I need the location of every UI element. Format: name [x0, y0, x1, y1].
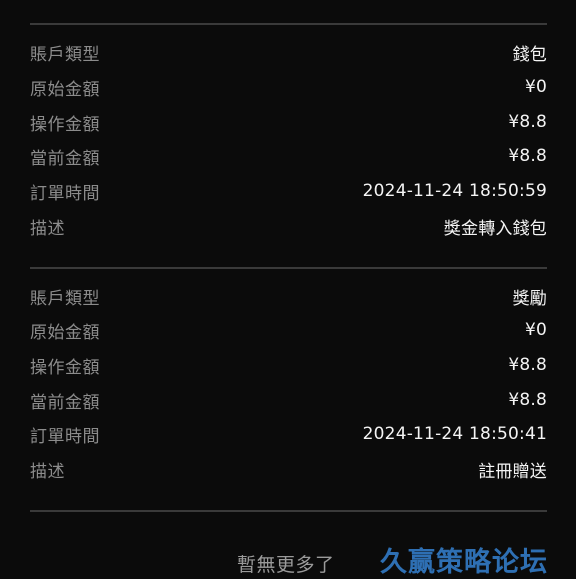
original-amount-value: ¥0 — [524, 77, 547, 97]
transaction-list: 賬戶類型 錢包 原始金額 ¥0 操作金額 ¥8.8 當前金額 ¥8.8 訂單時間… — [30, 0, 547, 578]
current-amount-row: 當前金額 ¥8.8 — [30, 385, 547, 415]
account-type-value: 獎勵 — [512, 288, 547, 309]
original-amount-value: ¥0 — [524, 320, 547, 340]
operation-amount-value: ¥8.8 — [508, 355, 547, 375]
description-label: 描述 — [30, 461, 65, 482]
order-time-row: 訂單時間 2024-11-24 18:50:59 — [30, 176, 547, 206]
original-amount-row: 原始金額 ¥0 — [30, 315, 547, 345]
original-amount-label: 原始金額 — [30, 322, 100, 343]
original-amount-label: 原始金額 — [30, 79, 100, 100]
current-amount-value: ¥8.8 — [508, 146, 547, 166]
divider-top — [30, 23, 547, 25]
operation-amount-label: 操作金額 — [30, 114, 100, 135]
current-amount-label: 當前金額 — [30, 148, 100, 169]
divider-bottom — [30, 510, 547, 512]
order-time-value: 2024-11-24 18:50:41 — [362, 424, 547, 444]
divider-middle — [30, 267, 547, 269]
watermark: 久赢策略论坛 — [380, 547, 548, 578]
operation-amount-label: 操作金額 — [30, 357, 100, 378]
operation-amount-value: ¥8.8 — [508, 112, 547, 132]
order-time-label: 訂單時間 — [30, 183, 100, 204]
description-row: 描述 獎金轉入錢包 — [30, 211, 547, 241]
current-amount-row: 當前金額 ¥8.8 — [30, 141, 547, 171]
account-type-row: 賬戶類型 獎勵 — [30, 281, 547, 311]
account-type-value: 錢包 — [512, 44, 547, 65]
operation-amount-row: 操作金額 ¥8.8 — [30, 350, 547, 380]
order-time-label: 訂單時間 — [30, 426, 100, 447]
order-time-row: 訂單時間 2024-11-24 18:50:41 — [30, 419, 547, 449]
operation-amount-row: 操作金額 ¥8.8 — [30, 107, 547, 137]
account-type-label: 賬戶類型 — [30, 44, 100, 65]
account-type-row: 賬戶類型 錢包 — [30, 37, 547, 67]
description-row: 描述 註冊贈送 — [30, 454, 547, 484]
current-amount-value: ¥8.8 — [508, 390, 547, 410]
no-more-text: 暫無更多了 — [237, 554, 335, 576]
account-type-label: 賬戶類型 — [30, 288, 100, 309]
current-amount-label: 當前金額 — [30, 392, 100, 413]
description-label: 描述 — [30, 218, 65, 239]
order-time-value: 2024-11-24 18:50:59 — [362, 181, 547, 201]
description-value: 獎金轉入錢包 — [443, 218, 547, 239]
description-value: 註冊贈送 — [478, 461, 547, 482]
original-amount-row: 原始金額 ¥0 — [30, 72, 547, 102]
